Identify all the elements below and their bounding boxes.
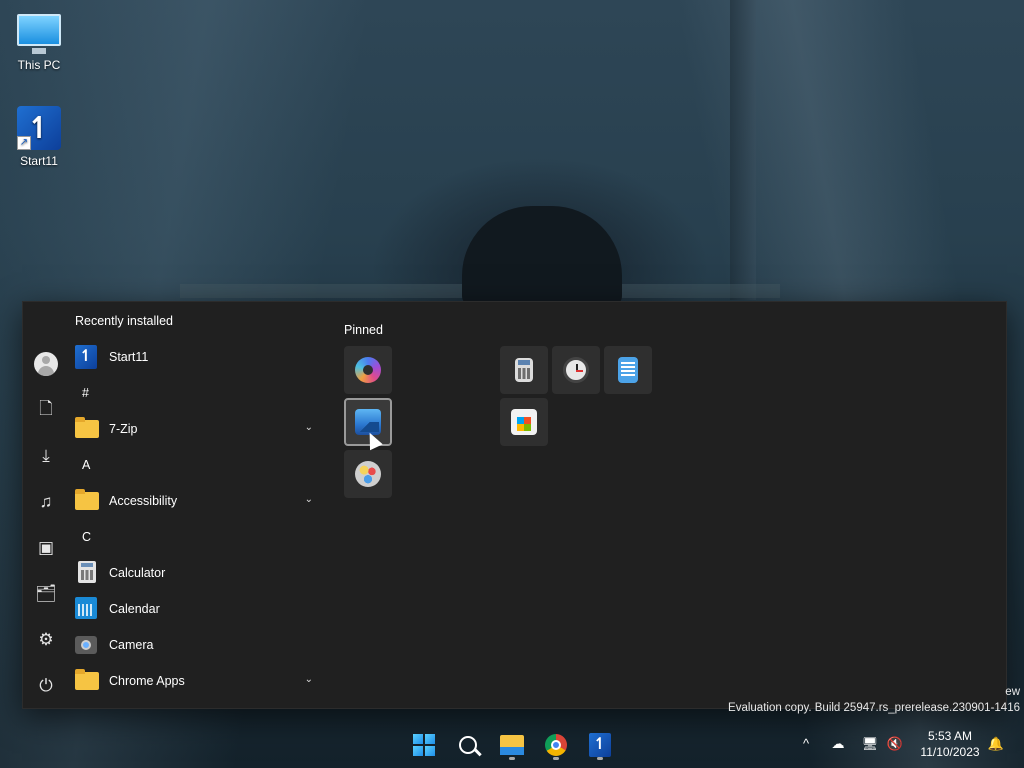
file-explorer-button[interactable]	[494, 728, 530, 762]
camera-icon	[75, 633, 99, 657]
paint-icon	[355, 461, 381, 487]
pinned-section: Pinned	[343, 302, 983, 708]
chevron-down-icon[interactable]: ⌄	[305, 674, 313, 685]
monitor-icon	[17, 10, 61, 54]
power-icon: ⏻	[39, 676, 53, 695]
calculator-icon	[515, 358, 533, 382]
app-item-start11[interactable]: ↿ Start11	[75, 342, 313, 372]
tray-overflow-chevron-icon[interactable]: ^	[796, 734, 816, 754]
taskbar-clock[interactable]: 5:53 AM 11/10/2023	[914, 728, 986, 760]
start11-taskbar-button[interactable]: ↿	[582, 728, 618, 762]
store-icon	[511, 409, 537, 435]
settings-sliders-icon: ⚙	[38, 630, 54, 649]
app-label: Accessibility	[109, 494, 178, 508]
app-item-camera[interactable]: Camera	[75, 630, 313, 660]
all-apps-list: Recently installed ↿ Start11 # 7-Zip ⌄ A…	[75, 302, 325, 708]
chevron-down-icon[interactable]: ⌄	[305, 422, 313, 433]
cloud-offline-icon[interactable]: ☁	[828, 734, 848, 754]
start-button[interactable]	[406, 728, 442, 762]
windows-logo-icon	[413, 734, 435, 756]
pinned-tile-calculator[interactable]	[500, 346, 548, 394]
avatar	[34, 352, 58, 376]
search-icon	[459, 736, 477, 754]
chrome-button[interactable]	[538, 728, 574, 762]
downloads-button[interactable]: ⤓	[31, 441, 61, 471]
start11-icon: ↿ ↗	[17, 106, 61, 150]
pinned-tile-clock[interactable]	[552, 346, 600, 394]
start11-icon: ↿	[75, 345, 99, 369]
desktop-icon-this-pc[interactable]: This PC	[4, 10, 74, 72]
volume-muted-icon[interactable]: 🔇	[885, 734, 905, 754]
desktop-icon-start11[interactable]: ↿ ↗ Start11	[4, 106, 74, 168]
copilot-icon	[355, 357, 381, 383]
clock-time: 5:53 AM	[927, 729, 973, 743]
pinned-tile-notepad[interactable]	[604, 346, 652, 394]
watermark-line1: ew	[1005, 686, 1020, 698]
running-indicator	[553, 757, 559, 760]
pinned-tile-store[interactable]	[500, 398, 548, 446]
taskbar: ↿ ^ ☁ 🖥 🔇 5:53 AM 11/10/2023 🔔	[0, 720, 1024, 768]
app-label: Start11	[109, 350, 149, 364]
search-button[interactable]	[450, 728, 486, 762]
user-avatar-button[interactable]	[31, 349, 61, 379]
start-menu-rail: 🗋 ⤓ ♫ ▣ 🗂 ⚙ ⏻	[23, 302, 69, 708]
notification-bell-icon[interactable]: 🔔	[986, 734, 1006, 754]
app-item-calculator[interactable]: Calculator	[75, 558, 313, 588]
document-icon: 🗋	[39, 398, 53, 418]
clock-icon	[563, 357, 589, 383]
network-icon[interactable]: 🖥	[860, 734, 880, 754]
app-item-calendar[interactable]: Calendar	[75, 594, 313, 624]
desktop-icon-label: This PC	[17, 58, 61, 72]
photos-icon	[355, 409, 381, 435]
app-folder-chrome-apps[interactable]: Chrome Apps ⌄	[75, 666, 313, 696]
chrome-icon	[545, 734, 567, 756]
app-label: 7-Zip	[109, 422, 138, 436]
download-icon: ⤓	[42, 446, 50, 465]
file-explorer-icon	[500, 735, 524, 755]
picture-icon: ▣	[37, 538, 55, 557]
chevron-down-icon[interactable]: ⌄	[305, 494, 313, 505]
app-folder-accessibility[interactable]: Accessibility ⌄	[75, 486, 313, 516]
settings-button[interactable]: ⚙	[31, 625, 61, 655]
calendar-icon	[75, 597, 99, 621]
group-letter-hash[interactable]: #	[82, 386, 89, 400]
app-label: Chrome Apps	[109, 674, 185, 688]
folder-icon	[75, 417, 99, 441]
start-menu: 🗋 ⤓ ♫ ▣ 🗂 ⚙ ⏻ Recently installed ↿ Start…	[22, 301, 1007, 709]
power-button[interactable]: ⏻	[31, 671, 61, 701]
app-label: Calendar	[109, 602, 160, 616]
running-indicator	[509, 757, 515, 760]
calculator-icon	[75, 561, 99, 585]
music-icon: ♫	[39, 492, 53, 511]
personal-folder-button[interactable]: 🗂	[31, 579, 61, 609]
watermark-line2: Evaluation copy. Build 25947.rs_prerelea…	[728, 702, 1020, 714]
start11-icon: ↿	[589, 733, 611, 757]
group-letter-c[interactable]: C	[82, 530, 91, 544]
folder-icon	[75, 489, 99, 513]
folder-icon	[75, 669, 99, 693]
desktop-icon-label: Start11	[20, 154, 58, 168]
group-letter-a[interactable]: A	[82, 458, 90, 472]
app-label: Camera	[109, 638, 154, 652]
app-label: Calculator	[109, 566, 166, 580]
wallpaper-window-frame	[730, 0, 756, 300]
notepad-icon	[618, 357, 638, 383]
pinned-tile-paint[interactable]	[344, 450, 392, 498]
recently-installed-header: Recently installed	[75, 314, 173, 328]
app-folder-7zip[interactable]: 7-Zip ⌄	[75, 414, 313, 444]
personal-folder-icon: 🗂	[35, 584, 57, 603]
shortcut-arrow-icon: ↗	[17, 136, 31, 150]
documents-button[interactable]: 🗋	[31, 395, 61, 425]
pinned-tile-copilot[interactable]	[344, 346, 392, 394]
pinned-header: Pinned	[344, 323, 383, 337]
pictures-button[interactable]: ▣	[31, 533, 61, 563]
running-indicator	[597, 757, 603, 760]
clock-date: 11/10/2023	[920, 745, 980, 759]
music-button[interactable]: ♫	[31, 487, 61, 517]
